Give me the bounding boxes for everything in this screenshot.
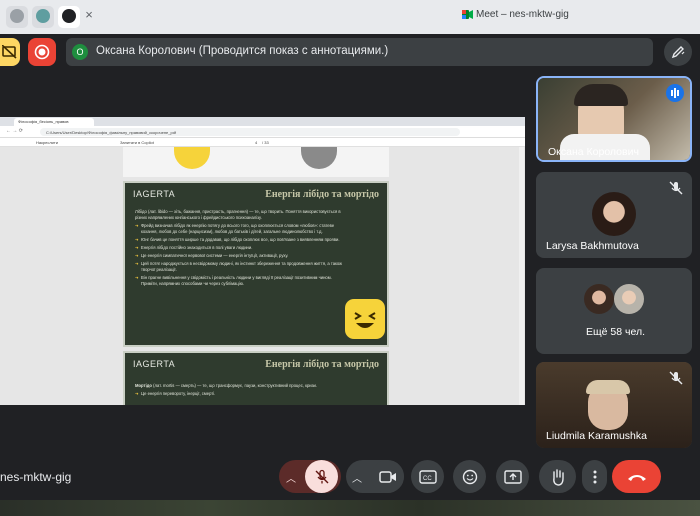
meeting-code: nes-mktw-gig: [0, 470, 72, 484]
participant-name: Liudmila Karamushka: [546, 430, 647, 442]
browser-tab-1[interactable]: [6, 6, 28, 28]
camera-icon: [378, 470, 396, 483]
shared-browser-tab: Філософія_бесіонь_правов: [14, 118, 94, 126]
camera-options-chevron-icon[interactable]: ︿: [352, 470, 362, 485]
close-tab-icon[interactable]: ×: [82, 8, 96, 22]
slide-libido-2: IAGERTA Енергія лібідо та мортідо Мортід…: [123, 351, 389, 405]
more-options-button[interactable]: [582, 460, 607, 493]
participant-tile-speaker[interactable]: Оксана Королович: [536, 76, 692, 162]
meet-logo-icon: [462, 10, 473, 19]
presenter-status-text: Оксана Королович (Проводится показ с анн…: [96, 45, 389, 57]
slide-bullet: Це енергія симпатичної нервової системи …: [135, 253, 345, 259]
shared-address-bar: ← → ⟳ C:/Users/User/Desktop/Філософія_фа…: [0, 126, 525, 138]
slide-term: Мортідо: [135, 383, 152, 388]
shared-browser-tabs: Філософія_бесіонь_правов: [0, 117, 525, 126]
browser-tab-3[interactable]: [58, 6, 80, 28]
avatar: [614, 284, 644, 314]
pdf-scrollbar[interactable]: [519, 147, 524, 405]
more-vertical-icon: [593, 470, 596, 483]
slide-logo: IAGERTA: [133, 359, 176, 369]
slide-bullet: Він прагне вивільнення у свідомість і ре…: [135, 275, 345, 287]
mic-off-icon: [669, 181, 683, 195]
record-icon: [34, 44, 50, 60]
slide-bullet: Енергія лібідо постійно знаходиться в по…: [135, 245, 345, 251]
smile-emoji-icon: [174, 147, 210, 169]
participant-tile-more[interactable]: Ещё 58 чел.: [536, 268, 692, 354]
mic-options-chevron-icon[interactable]: ︿: [286, 470, 296, 485]
slide-bullet: Цей потяг народжується в несвідомому люд…: [135, 261, 345, 273]
slide-bullet: Юнг бачив це поняття ширше та додавав, щ…: [135, 237, 345, 243]
tab-favicon-icon: [62, 9, 76, 23]
leave-call-button[interactable]: [612, 460, 661, 493]
pdf-page-previous: [123, 147, 389, 177]
reactions-button[interactable]: [453, 460, 486, 493]
raise-hand-button[interactable]: [539, 460, 576, 493]
slide-bullet: Фрейд визначав лібідо як енергію потягу …: [135, 223, 345, 235]
slide-libido-1: IAGERTA Енергія лібідо та мортідо Лібідо…: [123, 181, 389, 347]
pdf-viewer: IAGERTA Енергія лібідо та мортідо Лібідо…: [0, 147, 525, 405]
present-icon: [503, 469, 522, 484]
mic-off-icon: [315, 469, 328, 483]
shared-screen[interactable]: Філософія_бесіонь_правов ← → ⟳ C:/Users/…: [0, 117, 525, 405]
present-off-icon: [2, 45, 17, 59]
slide-body: Мортідо (лат. mortis — смерть) — те, що …: [135, 383, 385, 399]
participant-name: Larysa Bakhmutova: [546, 240, 639, 252]
avatar: [584, 284, 614, 314]
meet-tab-title[interactable]: Meet – nes-mktw-gig: [476, 9, 569, 20]
slide-body: Лібідо (лат. libido — хіть, бажання, при…: [135, 209, 345, 289]
captions-button[interactable]: CC: [411, 460, 444, 493]
slide-intro: Лібідо (лат. libido — хіть, бажання, при…: [135, 209, 341, 220]
slide-bullet: Це енергія перевороту, інерції, смерті.: [135, 391, 385, 397]
nav-arrows-icon: ← → ⟳: [6, 128, 23, 134]
captions-icon: CC: [418, 469, 437, 484]
hand-icon: [552, 468, 564, 486]
pdf-toolbar-draw: Накреслити: [36, 140, 58, 145]
record-button[interactable]: [28, 38, 56, 66]
participant-hair: [586, 380, 630, 394]
present-screen-button[interactable]: [496, 460, 529, 493]
browser-tab-strip: × Meet – nes-mktw-gig: [0, 0, 700, 34]
participant-name: Оксана Королович: [548, 146, 639, 158]
pen-icon: [671, 46, 685, 59]
tab-favicon-icon: [36, 9, 50, 23]
speaking-indicator-icon: [666, 84, 684, 102]
annotate-button[interactable]: [664, 38, 692, 66]
stop-presenting-button[interactable]: [0, 38, 20, 66]
participant-tile-liudmila[interactable]: Liudmila Karamushka: [536, 362, 692, 448]
participant-tile-larysa[interactable]: Larysa Bakhmutova: [536, 172, 692, 258]
participant-hair: [574, 84, 628, 106]
pdf-toolbar-copilot: Зaпитати в Copilot: [120, 140, 154, 145]
presenter-avatar: О: [72, 44, 88, 60]
slide-title: Енергія лібідо та мортідо: [265, 359, 379, 370]
desktop-wallpaper-strip: [0, 500, 700, 516]
presenter-banner: О Оксана Королович (Проводится показ с а…: [66, 38, 653, 66]
toggle-mic-button[interactable]: [305, 460, 338, 493]
avatar: [592, 192, 636, 236]
mic-off-icon: [669, 371, 683, 385]
slide-intro: (лат. mortis — смерть) — те, що трансфор…: [151, 383, 318, 388]
more-participants-count: Ещё 58 чел.: [586, 326, 646, 338]
toggle-camera-button[interactable]: [371, 460, 404, 493]
browser-tab-2[interactable]: [32, 6, 54, 28]
shared-url: C:/Users/User/Desktop/Філософія_фамільну…: [40, 128, 460, 136]
pdf-page-total: / 33: [262, 140, 269, 145]
svg-text:CC: CC: [423, 476, 432, 482]
slide-logo: IAGERTA: [133, 189, 176, 199]
laughing-emoji-icon: [345, 299, 385, 339]
hang-up-icon: [627, 474, 646, 481]
tab-favicon-icon: [10, 9, 24, 23]
pdf-toolbar: Накреслити Зaпитати в Copilot 4 / 33: [0, 138, 525, 147]
emoji-icon: [462, 469, 477, 484]
pdf-page-number: 4: [255, 140, 258, 145]
sad-emoji-icon: [301, 147, 337, 169]
slide-title: Енергія лібідо та мортідо: [265, 189, 379, 200]
